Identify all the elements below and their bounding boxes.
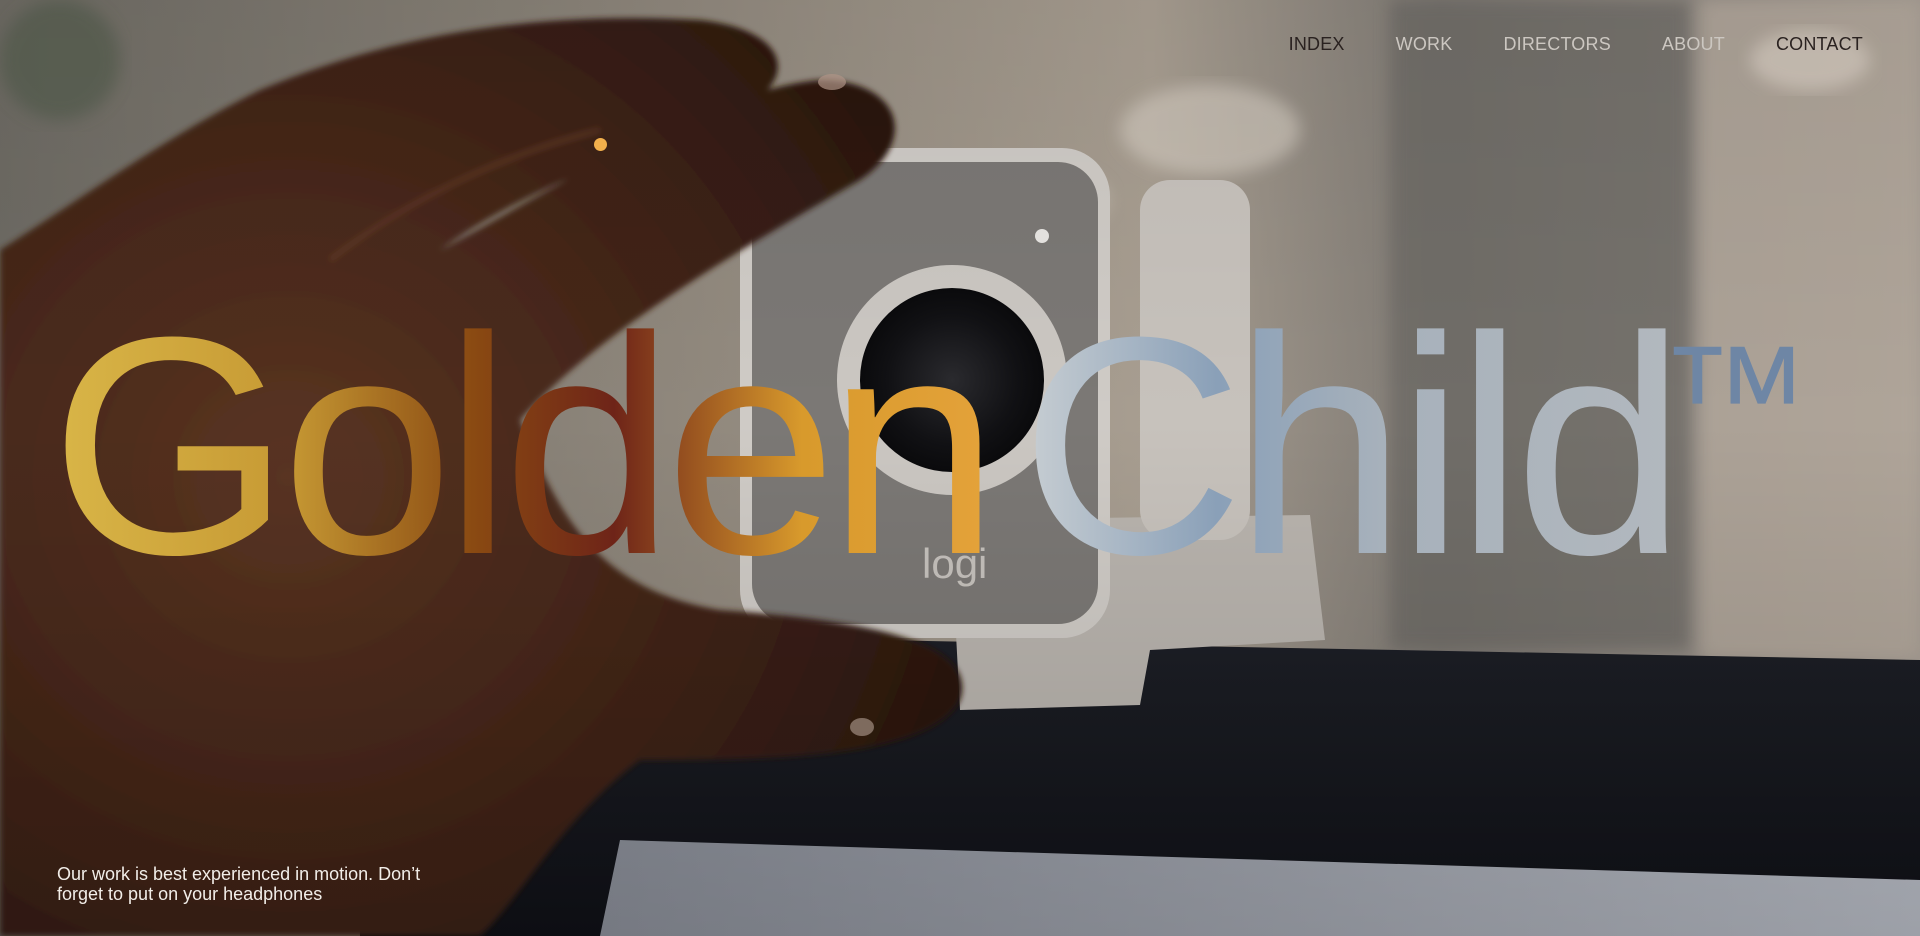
brand-wordmark: Golden Child ™: [0, 300, 1920, 580]
nav-contact[interactable]: CONTACT: [1776, 34, 1863, 55]
main-nav: INDEX WORK DIRECTORS ABOUT CONTACT: [1238, 34, 1863, 55]
nav-index[interactable]: INDEX: [1289, 34, 1345, 55]
headphones-caption: Our work is best experienced in motion. …: [57, 864, 457, 904]
caption-line-1: Our work is best experienced in motion. …: [57, 864, 421, 884]
cursor-dot: [594, 138, 607, 151]
wordmark-child: Child: [1020, 300, 1676, 580]
hero-section: logi INDEX WORK DIRECTORS ABOUT CONTACT: [0, 0, 1920, 936]
wordmark-golden: Golden: [50, 300, 990, 580]
nav-work[interactable]: WORK: [1396, 34, 1453, 55]
wordmark-svg: Golden Child ™: [50, 300, 1810, 580]
trademark-symbol: ™: [1660, 314, 1810, 482]
nav-directors[interactable]: DIRECTORS: [1503, 34, 1610, 55]
caption-line-2: forget to put on your headphones: [57, 884, 323, 904]
nav-about[interactable]: ABOUT: [1662, 34, 1725, 55]
